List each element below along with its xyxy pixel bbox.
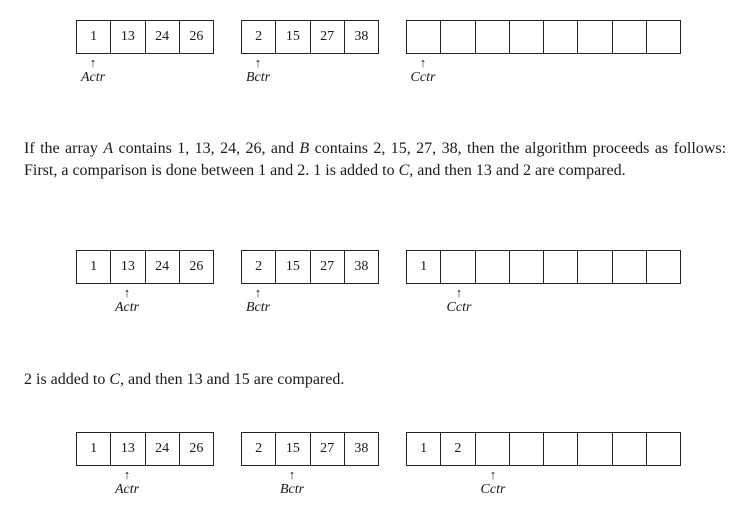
bctr-label: Bctr <box>245 300 271 315</box>
up-arrow-icon: ↑ <box>254 55 262 70</box>
array-b-cell: 2 <box>242 21 277 53</box>
array-c-cell <box>407 21 442 53</box>
array-a-cell: 26 <box>189 29 204 44</box>
array-a-cell: 1 <box>77 251 112 283</box>
array-a-cell: 13 <box>111 433 146 465</box>
array-c-cell: 1 <box>407 251 442 283</box>
merge-figure-page: { "rows": [ { "A": ["1", "13", "24", "26… <box>0 0 749 527</box>
array-a-row-3: 1 13 24 26 <box>76 432 214 466</box>
array-c-cell <box>544 251 579 283</box>
array-a-cell: 24 <box>146 251 180 283</box>
array-a-cell: 13 <box>111 21 146 53</box>
array-c-row-3: 1 2 <box>406 432 681 466</box>
array-a-cell: 24 <box>146 21 180 53</box>
paragraph-1: If the array A contains 1, 13, 24, 26, a… <box>24 138 726 182</box>
actr-label: Actr <box>114 482 140 497</box>
bctr-label: Bctr <box>279 482 305 497</box>
array-c-cell <box>510 21 544 53</box>
bctr-pointer: ↑ Bctr <box>238 56 278 85</box>
actr-pointer: ↑ Actr <box>73 56 113 85</box>
up-arrow-icon: ↑ <box>455 285 463 300</box>
array-c-cell <box>613 21 647 53</box>
para1-var-c: C <box>398 162 410 179</box>
array-c-cell <box>578 251 613 283</box>
up-arrow-icon: ↑ <box>89 55 97 70</box>
para1-var-b: B <box>299 140 310 157</box>
array-c-cell <box>441 251 476 283</box>
cctr-pointer: ↑ Cctr <box>439 286 479 315</box>
array-c-cell <box>578 21 613 53</box>
cctr-pointer: ↑ Cctr <box>473 468 513 497</box>
array-b-cell: 27 <box>311 251 345 283</box>
array-c-cell <box>510 251 544 283</box>
array-c-cell: 2 <box>441 433 476 465</box>
up-arrow-icon: ↑ <box>254 285 262 300</box>
actr-pointer: ↑ Actr <box>107 468 147 497</box>
bctr-label: Bctr <box>245 70 271 85</box>
array-b-cell: 2 <box>242 433 277 465</box>
array-c-cell <box>613 433 647 465</box>
para1-text: contains 1, 13, 24, 26, and <box>113 140 300 157</box>
array-a-cell: 24 <box>146 433 180 465</box>
array-c-cell: 1 <box>407 433 442 465</box>
array-b-cell: 27 <box>311 433 345 465</box>
array-a-row-2: 1 13 24 26 <box>76 250 214 284</box>
array-b-cell: 38 <box>354 441 369 456</box>
cctr-label: Cctr <box>480 482 506 497</box>
array-c-row-1 <box>406 20 681 54</box>
array-b-row-2: 2 15 27 38 <box>241 250 379 284</box>
array-b-cell: 15 <box>276 433 311 465</box>
array-c-cell <box>510 433 544 465</box>
array-c-cell <box>578 433 613 465</box>
array-a-cell: 26 <box>189 259 204 274</box>
array-c-cell <box>476 21 510 53</box>
array-a-row-1: 1 13 24 26 <box>76 20 214 54</box>
array-b-cell: 2 <box>242 251 277 283</box>
array-a-cell: 1 <box>77 21 112 53</box>
array-b-cell: 38 <box>354 259 369 274</box>
array-c-row-2: 1 <box>406 250 681 284</box>
actr-pointer: ↑ Actr <box>107 286 147 315</box>
array-c-cell <box>647 433 680 465</box>
up-arrow-icon: ↑ <box>123 467 131 482</box>
array-b-row-3: 2 15 27 38 <box>241 432 379 466</box>
array-b-cell: 38 <box>354 29 369 44</box>
array-a-cell: 13 <box>111 251 146 283</box>
up-arrow-icon: ↑ <box>288 467 296 482</box>
para2-text: 2 is added to <box>24 371 110 388</box>
array-c-cell <box>476 251 510 283</box>
para1-text: If the array <box>24 140 104 157</box>
array-b-cell: 15 <box>276 251 311 283</box>
array-a-cell: 26 <box>189 441 204 456</box>
para1-var-a: A <box>103 140 114 157</box>
array-c-cell <box>647 251 680 283</box>
cctr-label: Cctr <box>410 70 436 85</box>
array-c-cell <box>476 433 510 465</box>
cctr-label: Cctr <box>446 300 472 315</box>
array-b-cell: 27 <box>311 21 345 53</box>
array-c-cell <box>613 251 647 283</box>
paragraph-2: 2 is added to C, and then 13 and 15 are … <box>24 369 726 391</box>
array-b-cell: 15 <box>276 21 311 53</box>
para2-var-c: C <box>109 371 120 388</box>
array-c-cell <box>544 433 579 465</box>
bctr-pointer: ↑ Bctr <box>272 468 312 497</box>
para2-text: , and then 13 and 15 are compared. <box>120 371 345 388</box>
array-c-cell <box>544 21 579 53</box>
array-c-cell <box>441 21 476 53</box>
up-arrow-icon: ↑ <box>419 55 427 70</box>
up-arrow-icon: ↑ <box>123 285 131 300</box>
array-a-cell: 1 <box>77 433 112 465</box>
up-arrow-icon: ↑ <box>489 467 497 482</box>
array-b-row-1: 2 15 27 38 <box>241 20 379 54</box>
bctr-pointer: ↑ Bctr <box>238 286 278 315</box>
actr-label: Actr <box>80 70 106 85</box>
cctr-pointer: ↑ Cctr <box>403 56 443 85</box>
para1-text: , and then 13 and 2 are compared. <box>409 162 626 179</box>
actr-label: Actr <box>114 300 140 315</box>
array-c-cell <box>647 21 680 53</box>
